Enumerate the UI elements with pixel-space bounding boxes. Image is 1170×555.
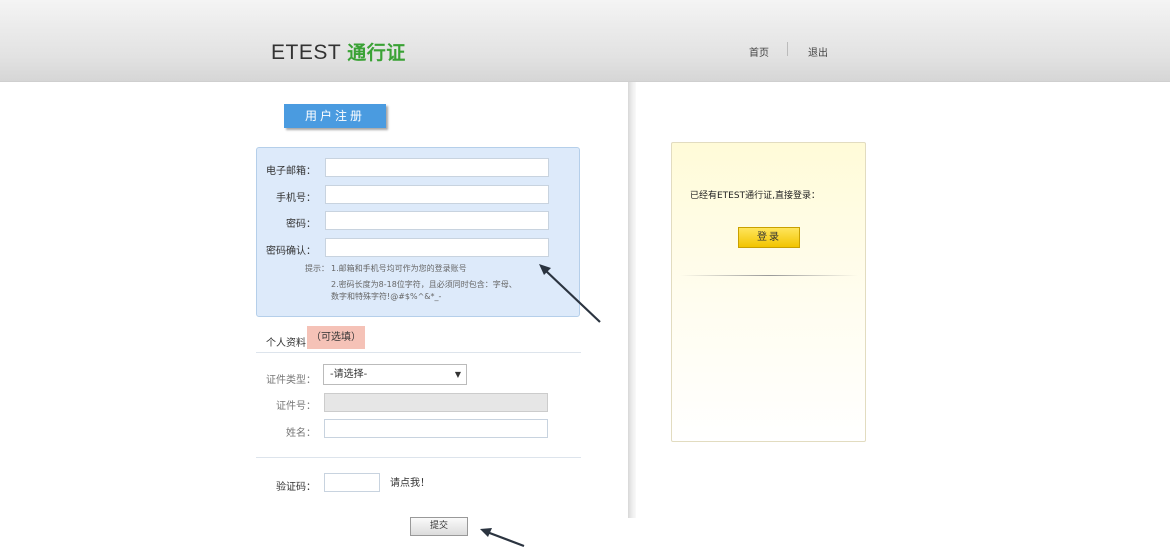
annotation-arrows	[480, 264, 601, 548]
arrow-to-hint-icon	[539, 264, 601, 323]
arrow-to-submit-icon	[480, 528, 525, 548]
